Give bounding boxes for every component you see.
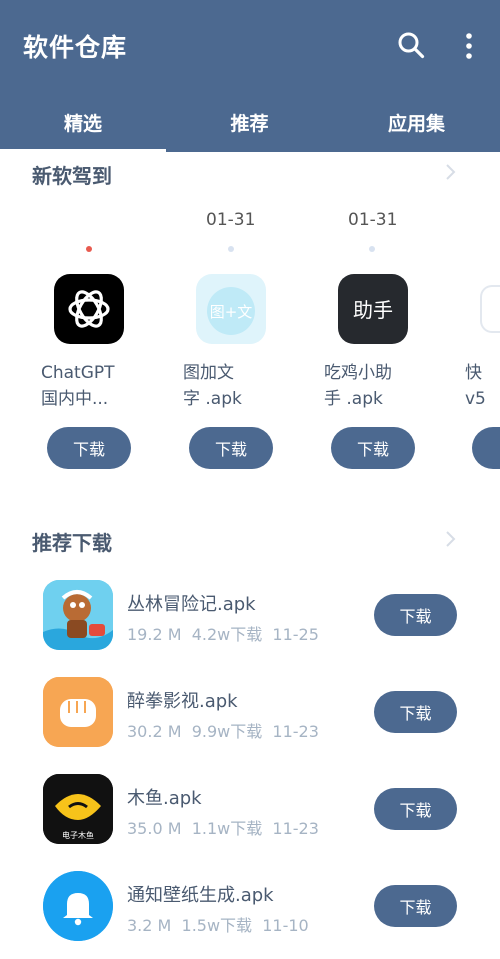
card-name: 图加文 字 .apk xyxy=(183,360,283,412)
tab-bar: 精选 推荐 应用集 xyxy=(0,92,500,152)
chatgpt-app-icon[interactable] xyxy=(54,274,124,344)
card-name-line: v5 xyxy=(465,389,486,409)
app-icon-caption: 电子木鱼 xyxy=(62,830,94,840)
carousel-dot xyxy=(228,246,234,252)
card-name: 吃鸡小助 手 .apk xyxy=(324,360,424,412)
app-name: 醉拳影视.apk xyxy=(127,691,238,712)
card-name: ChatGPT 国内中... xyxy=(41,360,141,412)
app-meta: 19.2 M 4.2w下载 11-25 xyxy=(127,625,319,644)
app-meta: 35.0 M 1.1w下载 11-23 xyxy=(127,819,319,838)
tab-collections[interactable]: 应用集 xyxy=(333,92,500,152)
pubg-helper-app-icon[interactable]: 助手 xyxy=(338,274,408,344)
app-bar: 软件仓库 精选 推荐 应用集 xyxy=(0,0,500,152)
card-date: 01-31 xyxy=(206,210,256,230)
download-button[interactable]: 下载 xyxy=(331,427,415,469)
card-name-line: 吃鸡小助 xyxy=(324,363,392,383)
partial-download-button[interactable] xyxy=(472,427,500,469)
download-button[interactable]: 下载 xyxy=(189,427,273,469)
app-meta: 3.2 M 1.5w下载 11-10 xyxy=(127,916,309,935)
app-name: 通知壁纸生成.apk xyxy=(127,885,274,906)
app-meta: 30.2 M 9.9w下载 11-23 xyxy=(127,722,319,741)
download-button[interactable]: 下载 xyxy=(374,691,457,733)
download-button[interactable]: 下载 xyxy=(47,427,131,469)
image-text-app-icon[interactable]: 图+文 xyxy=(196,274,266,344)
card-name-line: 图加文 xyxy=(183,363,234,383)
card-name: 快 v5 xyxy=(465,360,500,412)
recommended-title: 推荐下载 xyxy=(32,531,112,555)
chevron-right-icon[interactable] xyxy=(441,163,459,181)
app-name: 木鱼.apk xyxy=(127,788,202,809)
more-vert-icon[interactable] xyxy=(460,31,478,61)
partial-app-icon[interactable] xyxy=(480,285,500,333)
wooden-fish-app-icon[interactable]: 电子木鱼 xyxy=(43,774,113,844)
app-icon-text: 助手 xyxy=(353,298,393,322)
download-button[interactable]: 下载 xyxy=(374,885,457,927)
carousel-dot xyxy=(369,246,375,252)
card-name-line: 字 .apk xyxy=(183,389,242,409)
carousel-dot xyxy=(86,246,92,252)
drunken-fist-app-icon[interactable] xyxy=(43,677,113,747)
card-date: 01-31 xyxy=(348,210,398,230)
tab-recommended[interactable]: 推荐 xyxy=(166,92,333,152)
card-name-line: 国内中... xyxy=(41,389,109,409)
search-icon[interactable] xyxy=(397,31,425,59)
card-name-line: ChatGPT xyxy=(41,363,115,383)
notification-wallpaper-app-icon[interactable] xyxy=(43,871,113,941)
card-name-line: 手 .apk xyxy=(324,389,383,409)
app-icon-text: 图+文 xyxy=(210,303,253,321)
chevron-right-icon[interactable] xyxy=(441,530,459,548)
tab-featured[interactable]: 精选 xyxy=(0,92,166,152)
active-tab-indicator xyxy=(0,149,166,152)
download-button[interactable]: 下载 xyxy=(374,594,457,636)
app-title: 软件仓库 xyxy=(23,33,128,62)
download-button[interactable]: 下载 xyxy=(374,788,457,830)
app-name: 丛林冒险记.apk xyxy=(127,594,256,615)
jungle-adventure-app-icon[interactable] xyxy=(43,580,113,650)
card-name-line: 快 xyxy=(465,363,482,383)
new-arrivals-title: 新软驾到 xyxy=(32,164,112,188)
